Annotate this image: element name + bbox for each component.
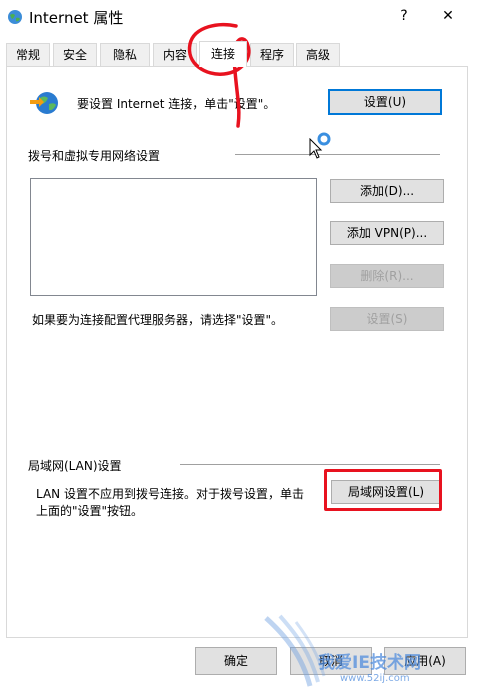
tab-privacy[interactable]: 隐私 — [100, 43, 150, 66]
window-title: Internet 属性 — [29, 9, 124, 27]
remove-button[interactable]: 删除(R)... — [330, 264, 444, 288]
proxy-text: 如果要为连接配置代理服务器，请选择"设置"。 — [32, 313, 284, 327]
tab-general[interactable]: 常规 — [6, 43, 50, 66]
busy-ring-icon — [317, 132, 331, 146]
close-button[interactable]: ✕ — [428, 2, 468, 30]
watermark-url: www.52ij.com — [340, 673, 410, 684]
setup-button[interactable]: 设置(U) — [328, 89, 442, 115]
tab-advanced[interactable]: 高级 — [296, 43, 340, 66]
help-button[interactable]: ? — [384, 2, 424, 30]
tab-connections[interactable]: 连接 — [199, 41, 247, 67]
lan-text-line1: LAN 设置不应用到拨号连接。对于拨号设置，单击 — [36, 487, 304, 501]
lan-divider — [180, 464, 440, 465]
lan-heading: 局域网(LAN)设置 — [28, 459, 122, 473]
add-button[interactable]: 添加(D)... — [330, 179, 444, 203]
watermark-text: 我爱IE技术网 — [318, 653, 421, 673]
dialup-heading: 拨号和虚拟专用网络设置 — [28, 149, 161, 163]
dialup-divider — [235, 154, 440, 155]
tab-highlight-scribble — [187, 22, 251, 128]
lan-highlight-box — [324, 469, 442, 511]
add-vpn-button[interactable]: 添加 VPN(P)... — [330, 221, 444, 245]
connections-list[interactable] — [30, 178, 317, 296]
dialup-settings-button[interactable]: 设置(S) — [330, 307, 444, 331]
lan-text-line2: 上面的"设置"按钮。 — [36, 504, 144, 518]
internet-globe-icon — [7, 9, 23, 25]
tab-security[interactable]: 安全 — [53, 43, 97, 66]
internet-setup-icon — [29, 89, 59, 117]
